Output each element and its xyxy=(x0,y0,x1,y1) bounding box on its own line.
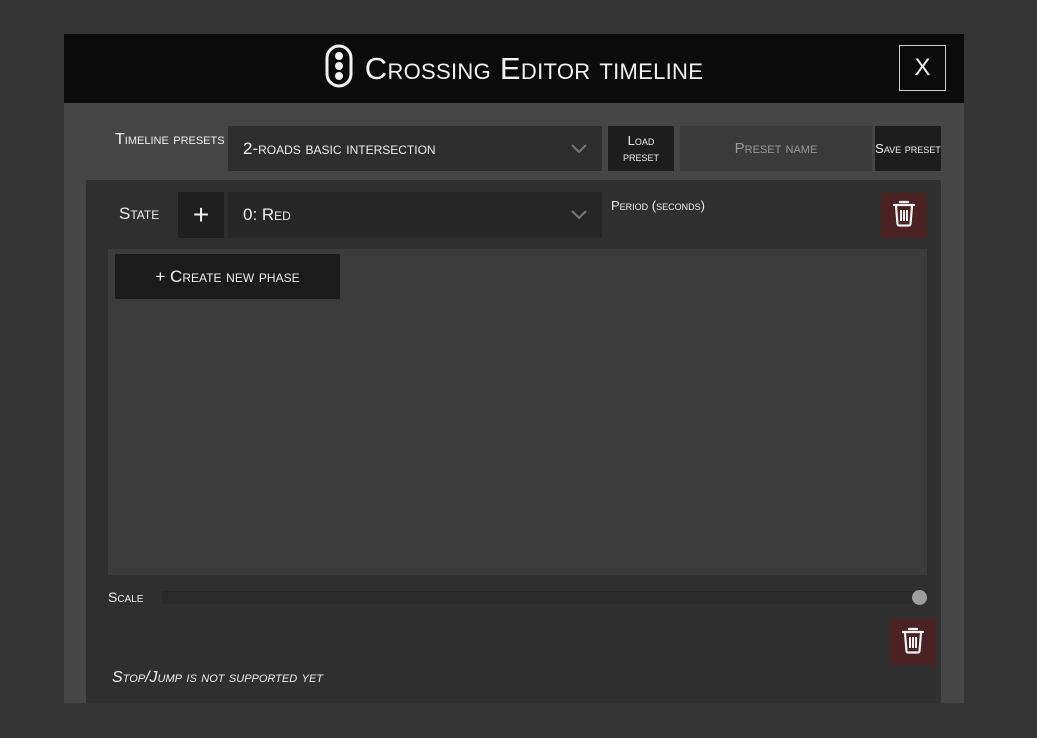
window-title-text: Crossing Editor timeline xyxy=(364,50,704,86)
title-bar: Crossing Editor timeline X xyxy=(64,34,964,103)
chevron-down-icon xyxy=(570,140,588,160)
period-label: Period (seconds) xyxy=(611,198,705,213)
timeline-area[interactable]: + Create new phase xyxy=(108,249,927,575)
timeline-presets-label: Timeline presets xyxy=(115,131,225,148)
preset-dropdown-value: 2-roads basic intersection xyxy=(243,138,436,158)
add-state-button[interactable]: + xyxy=(178,192,224,238)
chevron-down-icon xyxy=(570,206,588,226)
create-new-phase-button[interactable]: + Create new phase xyxy=(115,254,340,299)
traffic-light-icon xyxy=(325,44,353,93)
delete-state-button[interactable] xyxy=(881,193,927,238)
scale-slider-track[interactable] xyxy=(162,591,914,604)
scale-label: Scale xyxy=(108,589,144,605)
delete-timeline-button[interactable] xyxy=(890,619,936,665)
trash-icon xyxy=(901,626,925,659)
preset-name-input[interactable] xyxy=(680,126,872,171)
load-preset-button[interactable]: Load preset xyxy=(608,126,674,171)
close-button[interactable]: X xyxy=(899,45,946,91)
trash-icon xyxy=(892,199,916,232)
state-label: State xyxy=(119,204,160,223)
crossing-editor-window: Crossing Editor timeline X Timeline pres… xyxy=(64,34,964,703)
preset-dropdown[interactable]: 2-roads basic intersection xyxy=(228,126,602,171)
state-dropdown[interactable]: 0: Red xyxy=(228,192,602,238)
window-title: Crossing Editor timeline xyxy=(64,34,964,103)
save-preset-button[interactable]: Save preset xyxy=(875,126,941,171)
scale-slider-thumb[interactable] xyxy=(912,590,927,605)
state-dropdown-value: 0: Red xyxy=(243,205,291,224)
unsupported-warning: Stop/Jump is not supported yet xyxy=(112,669,324,686)
state-panel: State + 0: Red Period (seconds) + Create… xyxy=(86,180,941,703)
